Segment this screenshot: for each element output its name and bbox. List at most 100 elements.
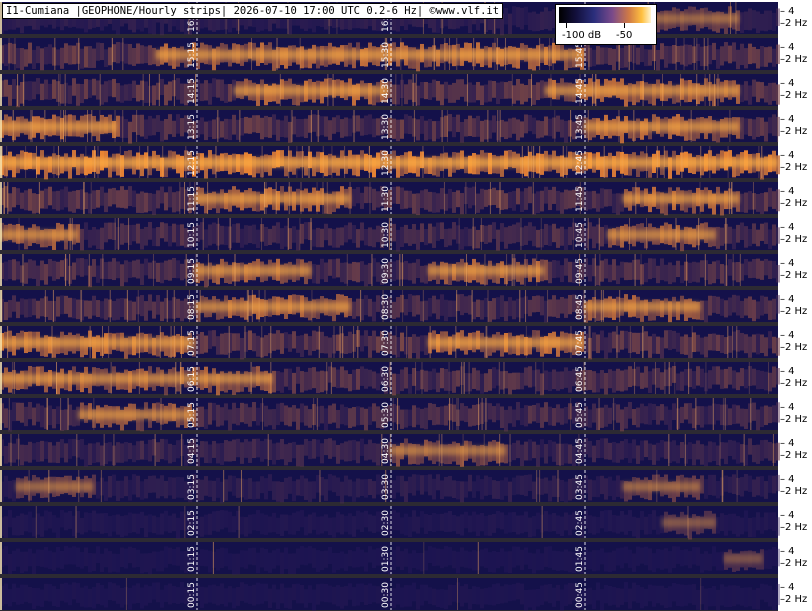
activity-burst bbox=[723, 554, 763, 564]
freq-tick-2hz: –2 Hz bbox=[780, 342, 808, 353]
activity-burst bbox=[233, 86, 389, 96]
strip-separator bbox=[0, 538, 778, 542]
freq-tick-4: – 4 bbox=[780, 510, 795, 521]
time-label: 00:30 bbox=[381, 582, 391, 608]
time-label: 04:30 bbox=[381, 438, 391, 464]
time-label: 10:30 bbox=[381, 222, 391, 248]
time-label: 03:30 bbox=[381, 474, 391, 500]
activity-burst bbox=[15, 482, 94, 492]
color-legend: -100 dB -50 bbox=[555, 4, 657, 45]
activity-burst bbox=[427, 266, 545, 276]
time-label: 14:45 bbox=[575, 78, 585, 104]
time-label: 05:30 bbox=[381, 402, 391, 428]
strip-hour-14: 14:15 14:30 14:45 bbox=[0, 74, 780, 110]
strip-hour-12: 12:15 12:30 12:45 bbox=[0, 146, 780, 182]
strip-hour-10: 10:15 10:30 10:45 bbox=[0, 218, 780, 254]
activity-burst bbox=[194, 266, 312, 276]
strip-separator bbox=[0, 466, 778, 470]
legend-tick bbox=[566, 23, 567, 28]
freq-tick-2hz: –2 Hz bbox=[780, 558, 808, 569]
strip-separator bbox=[0, 250, 778, 254]
time-label: 11:15 bbox=[187, 186, 197, 212]
freq-tick-4: – 4 bbox=[780, 546, 795, 557]
time-label: 13:30 bbox=[381, 114, 391, 140]
time-label: 09:30 bbox=[381, 258, 391, 284]
freq-tick-4: – 4 bbox=[780, 402, 795, 413]
freq-tick-2hz: –2 Hz bbox=[780, 198, 808, 209]
strip-separator bbox=[0, 106, 778, 110]
freq-tick-4: – 4 bbox=[780, 78, 795, 89]
freq-tick-2hz: –2 Hz bbox=[780, 126, 808, 137]
freq-tick-4: – 4 bbox=[780, 114, 795, 125]
time-label: 07:45 bbox=[575, 330, 585, 356]
time-label: 05:45 bbox=[575, 402, 585, 428]
legend-high-label: -50 bbox=[616, 30, 633, 41]
freq-tick-2hz: –2 Hz bbox=[780, 306, 808, 317]
spectrogram-strips: 16:1516:3016:4515:1515:3015:4514:1514:30… bbox=[0, 2, 780, 611]
freq-tick-2hz: –2 Hz bbox=[780, 450, 808, 461]
strip-separator bbox=[0, 430, 778, 434]
time-label: 03:15 bbox=[187, 474, 197, 500]
time-label: 01:45 bbox=[575, 546, 585, 572]
activity-burst bbox=[622, 194, 740, 204]
freq-tick-4: – 4 bbox=[780, 42, 795, 53]
time-label: 08:45 bbox=[575, 294, 585, 320]
freq-tick-4: – 4 bbox=[780, 474, 795, 485]
freq-tick-2hz: –2 Hz bbox=[780, 270, 808, 281]
activity-burst bbox=[194, 194, 351, 204]
strip-hour-11: 11:15 11:30 11:45 bbox=[0, 182, 780, 218]
time-label: 02:15 bbox=[187, 510, 197, 536]
activity-burst bbox=[0, 338, 195, 348]
strip-separator bbox=[0, 142, 778, 146]
time-label: 02:30 bbox=[381, 510, 391, 536]
strip-hour-01: 01:15 01:30 01:45 bbox=[0, 542, 780, 578]
activity-burst bbox=[427, 338, 584, 348]
freq-tick-4: – 4 bbox=[780, 258, 795, 269]
activity-burst bbox=[155, 50, 584, 60]
time-label: 01:15 bbox=[187, 546, 197, 572]
time-label: 05:15 bbox=[187, 402, 197, 428]
freq-tick-4: – 4 bbox=[780, 150, 795, 161]
activity-burst bbox=[606, 230, 716, 240]
activity-burst bbox=[389, 446, 506, 456]
strip-separator bbox=[0, 178, 778, 182]
color-scale-bar bbox=[559, 7, 651, 23]
strip-hour-15: 15:15 15:30 15:45 bbox=[0, 38, 780, 74]
freq-tick-4: – 4 bbox=[780, 186, 795, 197]
time-label: 10:45 bbox=[575, 222, 585, 248]
activity-burst bbox=[194, 302, 351, 312]
freq-tick-2hz: –2 Hz bbox=[780, 414, 808, 425]
time-label: 11:45 bbox=[575, 186, 585, 212]
freq-tick-4: – 4 bbox=[780, 330, 795, 341]
time-label: 04:15 bbox=[187, 438, 197, 464]
freq-tick-4: – 4 bbox=[780, 582, 795, 593]
time-label: 15:45 bbox=[575, 42, 585, 68]
freq-tick-2hz: –2 Hz bbox=[780, 54, 808, 65]
time-label: 08:15 bbox=[187, 294, 197, 320]
freq-tick-4: – 4 bbox=[780, 366, 795, 377]
time-label: 00:15 bbox=[187, 582, 197, 608]
freq-tick-2hz: –2 Hz bbox=[780, 162, 808, 173]
time-label: 14:30 bbox=[381, 78, 391, 104]
strip-separator bbox=[0, 214, 778, 218]
strip-hour-06: 06:15 06:30 06:45 bbox=[0, 362, 780, 398]
time-label: 06:45 bbox=[575, 366, 585, 392]
strip-hour-05: 05:15 05:30 05:45 bbox=[0, 398, 780, 434]
time-label: 07:15 bbox=[187, 330, 197, 356]
strip-separator bbox=[0, 70, 778, 74]
time-label: 07:30 bbox=[381, 330, 391, 356]
time-label: 08:30 bbox=[381, 294, 391, 320]
time-label: 00:45 bbox=[575, 582, 585, 608]
activity-burst bbox=[0, 374, 273, 384]
freq-tick-2hz: –2 Hz bbox=[780, 234, 808, 245]
activity-burst bbox=[583, 122, 740, 132]
activity-burst bbox=[0, 122, 117, 132]
freq-tick-2hz: –2 Hz bbox=[780, 378, 808, 389]
strip-hour-07: 07:15 07:30 07:45 bbox=[0, 326, 780, 362]
time-label: 11:30 bbox=[381, 186, 391, 212]
strip-separator bbox=[0, 394, 778, 398]
activity-burst bbox=[622, 482, 701, 492]
legend-tick bbox=[624, 23, 625, 28]
activity-burst bbox=[77, 410, 195, 420]
strip-separator bbox=[0, 502, 778, 506]
